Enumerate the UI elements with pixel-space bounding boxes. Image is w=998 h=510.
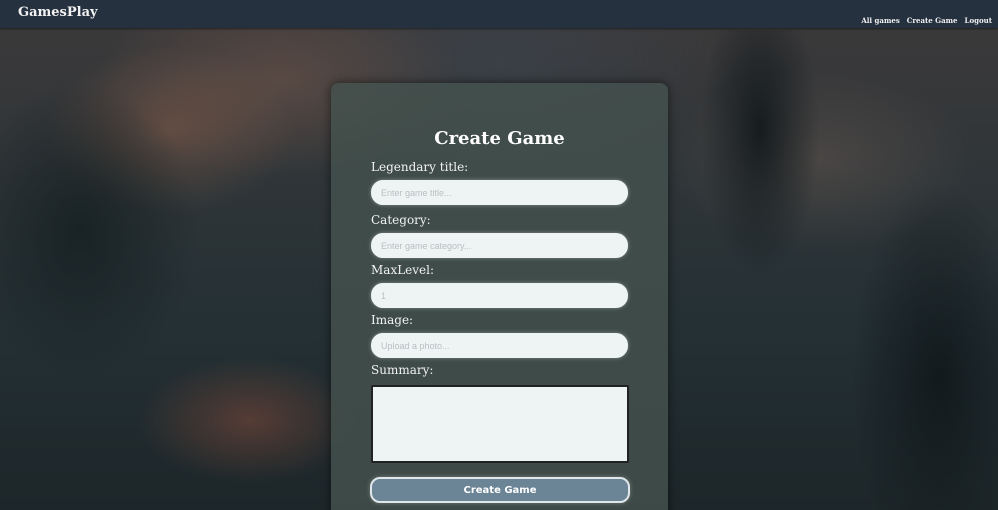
nav-link-logout[interactable]: Logout [965, 16, 992, 25]
form-title: Create Game [434, 128, 565, 149]
max-level-input[interactable] [371, 283, 628, 308]
title-input[interactable] [371, 180, 628, 205]
title-label: Legendary title: [371, 160, 469, 174]
create-game-button[interactable]: Create Game [370, 477, 630, 503]
create-game-form: Create Game Legendary title: Category: M… [331, 83, 668, 510]
category-input[interactable] [371, 233, 628, 258]
brand-link[interactable]: GamesPlay [18, 5, 98, 20]
image-input[interactable] [371, 333, 628, 358]
background-scenery [850, 180, 998, 510]
summary-label: Summary: [371, 363, 434, 377]
nav-link-all-games[interactable]: All games [861, 16, 899, 25]
summary-textarea[interactable] [371, 385, 629, 463]
nav-link-create-game[interactable]: Create Game [907, 16, 958, 25]
category-label: Category: [371, 213, 431, 227]
background-scenery [700, 30, 820, 280]
image-label: Image: [371, 313, 414, 327]
navbar: GamesPlay All games Create Game Logout [0, 0, 998, 28]
nav-links: All games Create Game Logout [861, 16, 992, 25]
max-level-label: MaxLevel: [371, 263, 435, 277]
background-scenery [0, 80, 200, 380]
